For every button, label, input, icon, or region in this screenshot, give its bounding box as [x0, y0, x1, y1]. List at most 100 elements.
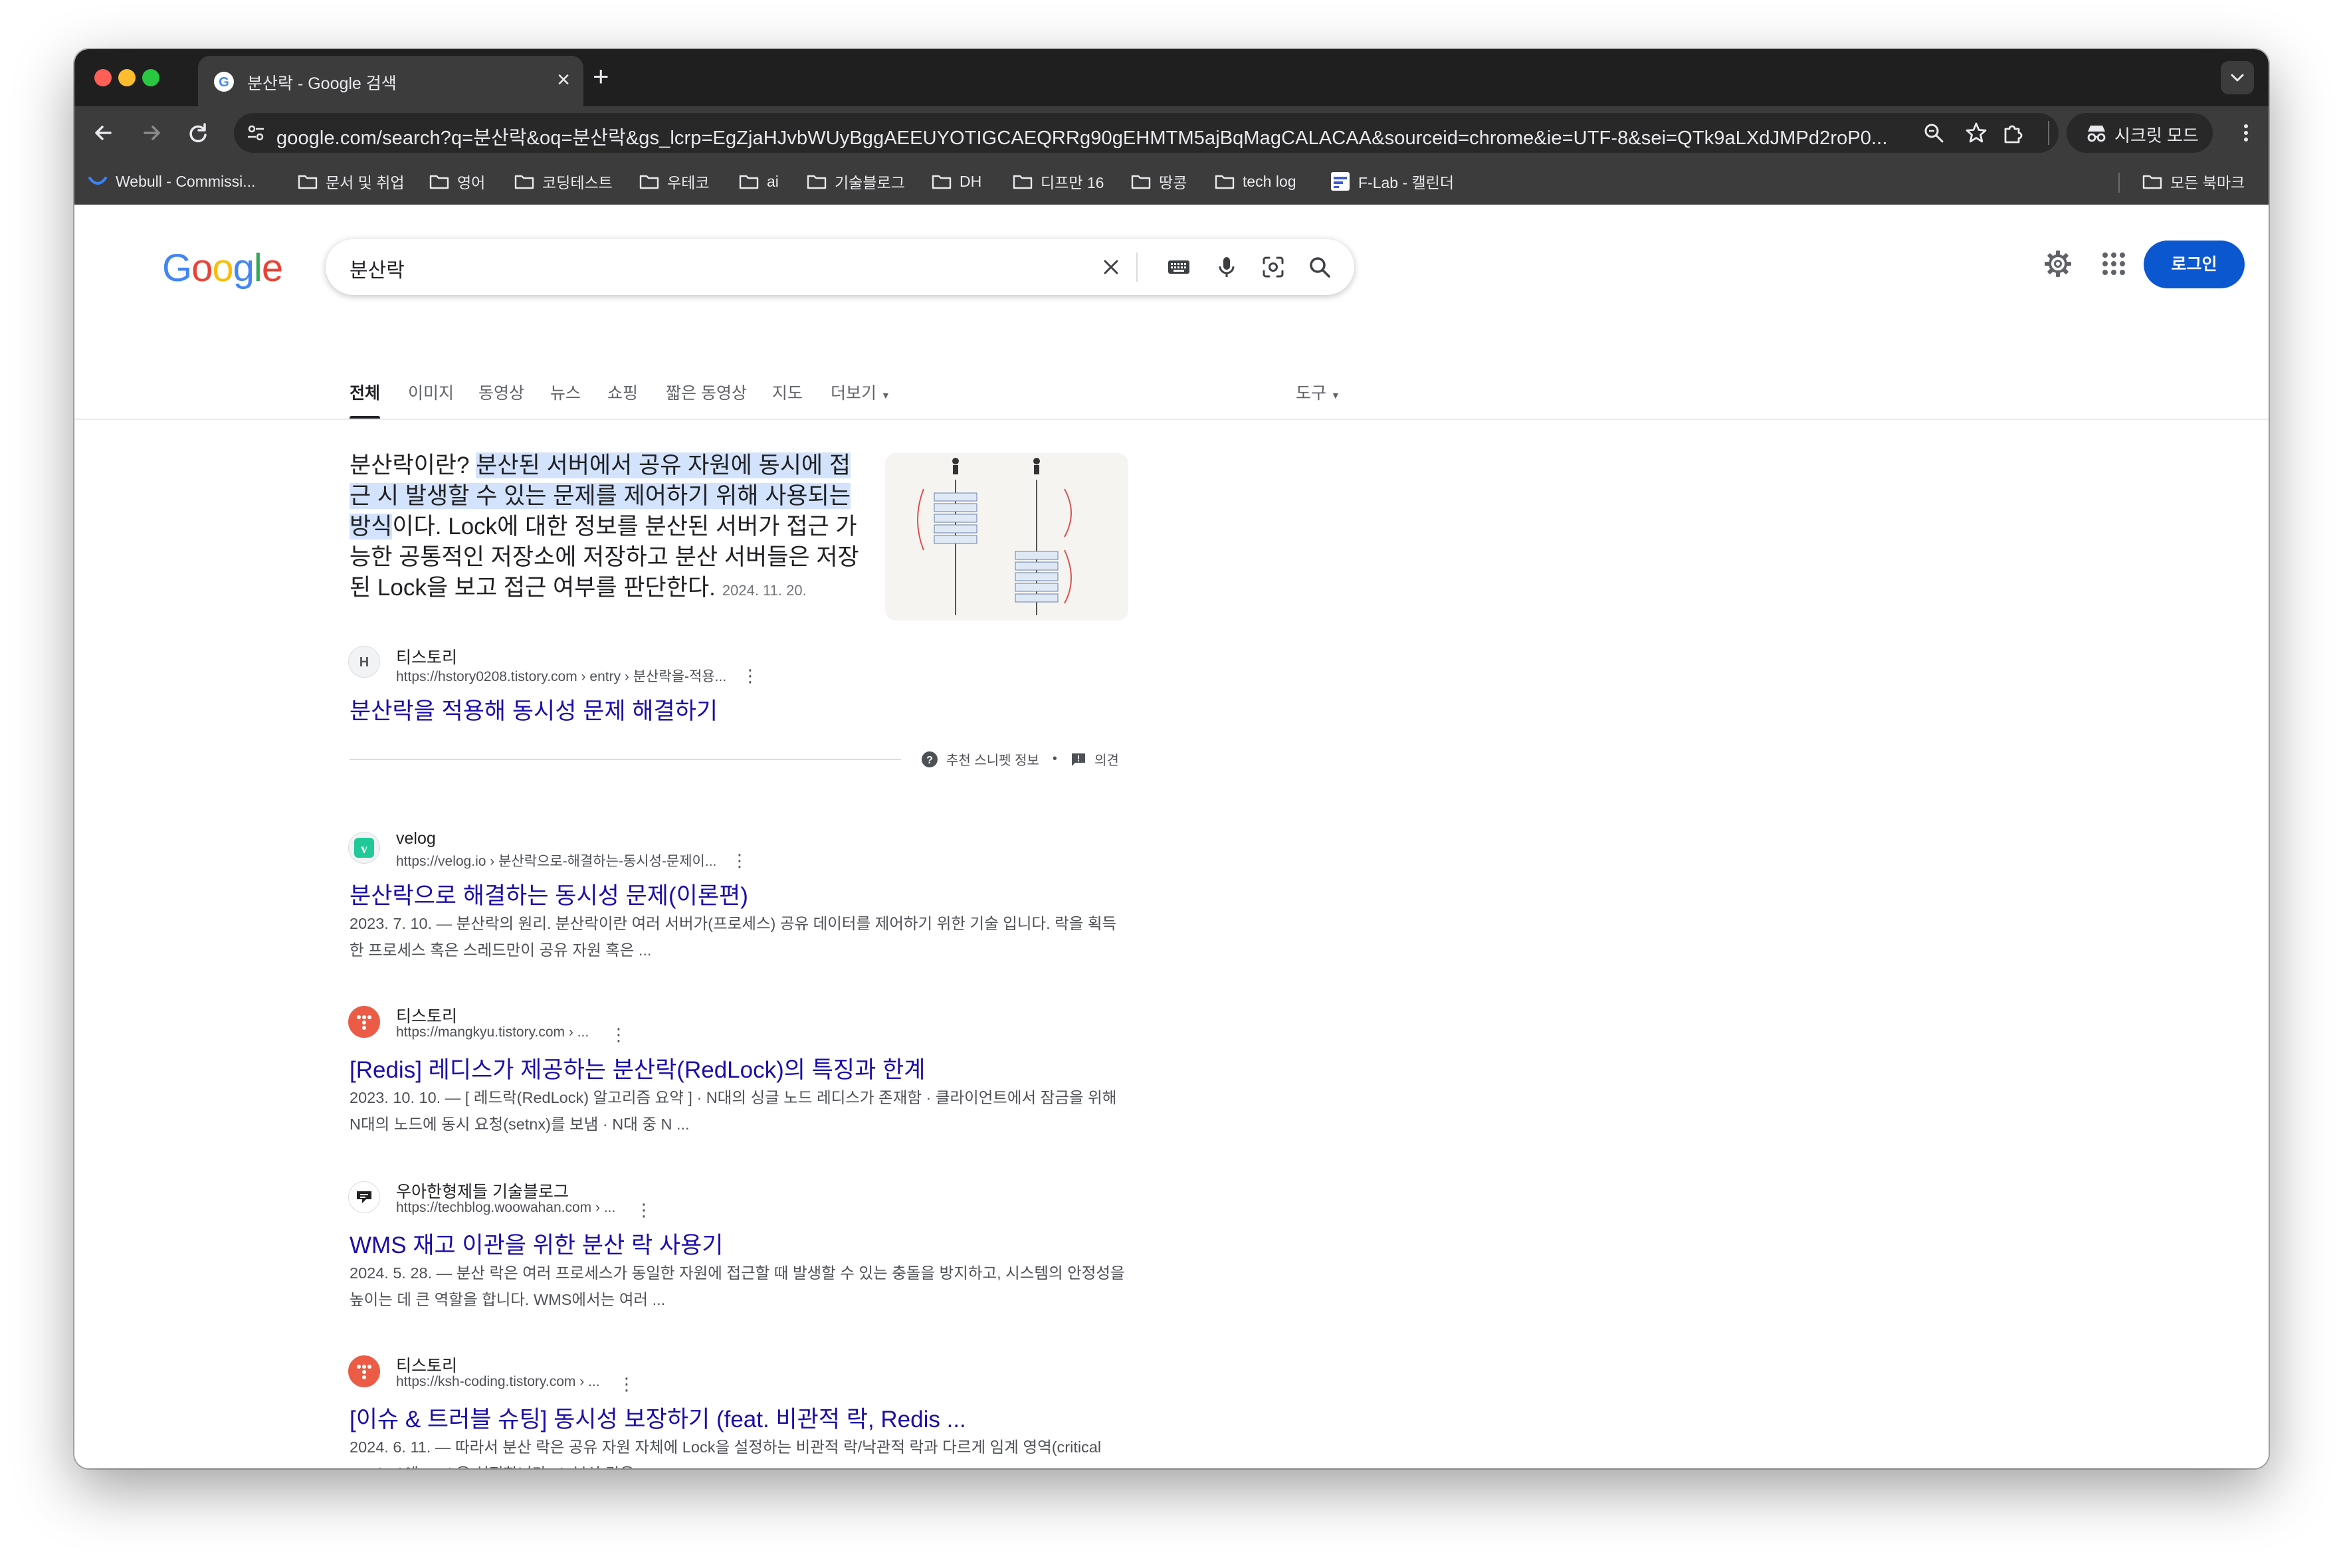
result-source-url[interactable]: https://techblog.woowahan.com › ...: [396, 1200, 615, 1216]
tab-more[interactable]: 더보기 ▼: [831, 380, 890, 404]
woowahan-favicon[interactable]: [348, 1181, 380, 1213]
result-source-url[interactable]: https://mangkyu.tistory.com › ...: [396, 1025, 589, 1040]
extensions-puzzle-icon[interactable]: [2001, 122, 2024, 145]
keyboard-icon[interactable]: [1166, 254, 1192, 280]
tab-all[interactable]: 전체: [350, 380, 380, 404]
help-circle-icon[interactable]: ?: [921, 751, 938, 768]
snippet-result-title[interactable]: 분산락을 적용해 동시성 문제 해결하기: [350, 692, 718, 726]
search-results-page: Google 분산락 로그인 전체 이미지 동영상 뉴스 쇼핑 짧은 동영상 지…: [74, 205, 2269, 1468]
active-tab[interactable]: G 분산락 - Google 검색 ×: [198, 56, 583, 106]
more-options-icon[interactable]: ⋮: [635, 1201, 653, 1219]
bookmark-folder-documents[interactable]: 문서 및 취업: [298, 170, 405, 193]
browser-menu-icon[interactable]: [2234, 121, 2258, 145]
bookmark-folder-peanut[interactable]: 땅콩: [1131, 170, 1187, 193]
result-source-name[interactable]: velog: [396, 829, 436, 848]
tab-shopping[interactable]: 쇼핑: [607, 380, 638, 404]
result-title[interactable]: [이슈 & 트러블 슈팅] 동시성 보장하기 (feat. 비관적 락, Red…: [350, 1401, 966, 1434]
bookmark-folder-ai[interactable]: ai: [739, 170, 779, 193]
tab-maps[interactable]: 지도: [772, 380, 803, 404]
result-source-name[interactable]: 티스토리: [396, 1003, 457, 1027]
browser-window: G 분산락 - Google 검색 × + google.com/search?…: [74, 49, 2269, 1468]
snippet-divider: [350, 759, 901, 760]
google-apps-icon[interactable]: [2100, 250, 2128, 278]
settings-gear-icon[interactable]: [2043, 248, 2073, 279]
browser-toolbar: google.com/search?q=분산락&oq=분산락&gs_lcrp=E…: [74, 106, 2269, 159]
tab-short-videos[interactable]: 짧은 동영상: [666, 380, 747, 404]
minimize-window-button[interactable]: [118, 69, 136, 86]
snippet-source-name[interactable]: 티스토리: [396, 644, 457, 668]
bookmark-folder-depromeet[interactable]: 디프만 16: [1013, 170, 1104, 193]
google-logo[interactable]: Google: [162, 246, 283, 290]
caret-down-icon: ▼: [880, 390, 890, 401]
new-tab-button[interactable]: +: [593, 61, 609, 92]
folder-icon: [1013, 175, 1033, 189]
more-options-icon[interactable]: ⋮: [610, 1026, 627, 1043]
back-arrow-icon[interactable]: [88, 117, 120, 149]
more-options-icon[interactable]: ⋮: [731, 852, 748, 869]
tistory-favicon[interactable]: [348, 1355, 380, 1387]
result-title[interactable]: [Redis] 레디스가 제공하는 분산락(RedLock)의 특징과 한계: [350, 1051, 925, 1085]
folder-icon: [639, 175, 659, 189]
bookmark-folder-wooteco[interactable]: 우테코: [639, 170, 709, 193]
bookmark-folder-tech-blog[interactable]: 기술블로그: [807, 170, 905, 193]
url-text[interactable]: google.com/search?q=분산락&oq=분산락&gs_lcrp=E…: [276, 122, 1887, 150]
bookmark-folder-english[interactable]: 영어: [429, 170, 485, 193]
snippet-source-url[interactable]: https://hstory0208.tistory.com › entry ›…: [396, 666, 726, 686]
tab-images[interactable]: 이미지: [408, 380, 454, 404]
search-icon[interactable]: [1306, 254, 1333, 280]
feedback-link[interactable]: 의견: [1094, 749, 1119, 769]
result-source-url[interactable]: https://ksh-coding.tistory.com › ...: [396, 1374, 600, 1390]
result-source-name[interactable]: 우아한형제들 기술블로그: [396, 1179, 569, 1203]
tistory-favicon[interactable]: [348, 1006, 380, 1038]
folder-icon: [739, 175, 759, 189]
bookmark-star-icon[interactable]: [1964, 121, 1988, 145]
tab-close-icon[interactable]: ×: [557, 66, 570, 93]
velog-icon: v: [354, 838, 374, 858]
bookmark-folder-dh[interactable]: DH: [932, 170, 981, 193]
about-featured-snippet-link[interactable]: 추천 스니펫 정보: [946, 749, 1039, 769]
result-source-name[interactable]: 티스토리: [396, 1353, 457, 1377]
clear-icon[interactable]: [1098, 254, 1124, 280]
more-options-icon[interactable]: ⋮: [618, 1375, 635, 1393]
tools-button[interactable]: 도구 ▼: [1296, 380, 1340, 404]
close-window-button[interactable]: [94, 69, 112, 86]
svg-text:H: H: [359, 655, 369, 670]
login-button[interactable]: 로그인: [2144, 241, 2245, 288]
google-favicon-icon: G: [214, 72, 234, 92]
all-bookmarks[interactable]: 모든 북마크: [2142, 170, 2245, 193]
maximize-window-button[interactable]: [142, 69, 159, 86]
bookmark-folder-tech-log[interactable]: tech log: [1215, 170, 1296, 193]
folder-icon: [1131, 175, 1151, 189]
flab-icon: [1331, 172, 1350, 191]
tistory-icon: [357, 1015, 371, 1030]
tistory-favicon[interactable]: H: [348, 646, 380, 678]
reload-icon[interactable]: [182, 117, 214, 149]
microphone-icon[interactable]: [1213, 254, 1240, 280]
snippet-thumbnail[interactable]: [885, 453, 1128, 621]
result-title[interactable]: 분산락으로 해결하는 동시성 문제(이론편): [350, 877, 748, 911]
tab-videos[interactable]: 동영상: [478, 380, 524, 404]
webull-icon: [88, 177, 107, 185]
result-source-url[interactable]: https://velog.io › 분산락으로-해결하는-동시성-문제이...: [396, 850, 716, 870]
result-title[interactable]: WMS 재고 이관을 위한 분산 락 사용기: [350, 1226, 723, 1260]
search-input[interactable]: 분산락: [350, 254, 405, 283]
velog-favicon[interactable]: v: [348, 832, 380, 864]
snippet-footer: ? 추천 스니펫 정보 • 의견: [921, 749, 1119, 769]
site-settings-icon[interactable]: [246, 123, 266, 143]
search-divider: [1136, 252, 1138, 282]
incognito-indicator[interactable]: 시크릿 모드: [2067, 113, 2213, 153]
address-bar[interactable]: google.com/search?q=분산락&oq=분산락&gs_lcrp=E…: [234, 113, 2059, 153]
forward-arrow-icon[interactable]: [136, 117, 167, 149]
more-options-icon[interactable]: ⋮: [742, 667, 759, 684]
bookmark-folder-coding-test[interactable]: 코딩테스트: [514, 170, 613, 193]
woowahan-icon: [357, 1191, 371, 1203]
bookmark-flab-calendar[interactable]: F-Lab - 캘린더: [1330, 170, 1454, 193]
tab-news[interactable]: 뉴스: [550, 380, 581, 404]
hstory-site-icon: H: [359, 655, 369, 670]
zoom-icon[interactable]: [1922, 121, 1946, 145]
bookmark-webull[interactable]: Webull - Commissi...: [88, 170, 255, 193]
tab-search-button[interactable]: [2221, 61, 2254, 94]
search-box[interactable]: 분산락: [326, 239, 1354, 295]
feedback-icon[interactable]: [1070, 751, 1086, 767]
google-lens-icon[interactable]: [1260, 254, 1286, 280]
